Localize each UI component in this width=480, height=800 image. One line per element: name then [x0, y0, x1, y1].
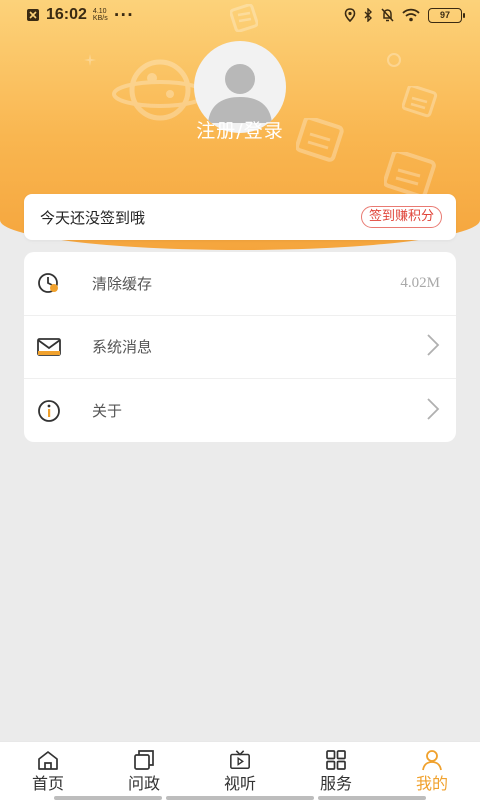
copy-icon: [133, 749, 155, 771]
newspaper-decoration-icon: [384, 152, 436, 198]
cache-size-value: 4.02M: [400, 274, 440, 291]
circle-decoration-icon: [387, 53, 401, 67]
location-icon: [344, 8, 356, 22]
chevron-right-icon: [426, 333, 440, 361]
network-speed-value: 4.10: [92, 8, 107, 15]
tab-services[interactable]: 服务: [288, 742, 384, 800]
sparkle-decoration-icon: [84, 54, 96, 66]
network-speed: 4.10 KB/s: [93, 8, 108, 22]
sim-icon: [27, 9, 39, 21]
menu-item-clear-cache[interactable]: 清除缓存 4.02M: [24, 252, 456, 316]
status-bar: 16:02 4.10 KB/s ··· 97: [0, 0, 480, 30]
checkin-card: 今天还没签到哦 签到赚积分: [24, 194, 456, 240]
tab-label: 视听: [223, 774, 256, 793]
tv-icon: [229, 749, 251, 771]
clock: 16:02: [46, 6, 87, 23]
home-icon: [37, 749, 59, 771]
tab-home[interactable]: 首页: [0, 742, 96, 800]
menu-item-label: 系统消息: [92, 338, 153, 357]
info-icon: [36, 398, 62, 424]
mail-icon: [36, 334, 62, 360]
wifi-icon: [402, 8, 420, 22]
chevron-right-icon: [426, 397, 440, 425]
nav-gesture-bar: [166, 796, 314, 800]
checkin-earn-points-button[interactable]: 签到赚积分: [360, 206, 442, 228]
menu-item-system-messages[interactable]: 系统消息: [24, 316, 456, 379]
login-register-link[interactable]: 注册/登录: [0, 116, 480, 143]
nav-gesture-bar: [54, 796, 162, 800]
more-notifications-icon: ···: [113, 6, 134, 24]
checkin-message: 今天还没签到哦: [40, 208, 146, 227]
bluetooth-icon: [364, 8, 372, 22]
tab-label: 服务: [319, 774, 352, 793]
tab-label: 问政: [127, 774, 160, 793]
tab-label: 首页: [31, 774, 64, 793]
nav-gesture-bar: [318, 796, 426, 800]
network-speed-unit: KB/s: [92, 15, 108, 22]
menu-item-label: 清除缓存: [92, 274, 153, 293]
tab-wenzheng[interactable]: 问政: [96, 742, 192, 800]
tab-label: 我的: [415, 774, 448, 793]
clear-cache-icon: [36, 270, 62, 296]
newspaper-decoration-icon: [402, 86, 438, 118]
tab-media[interactable]: 视听: [192, 742, 288, 800]
bottom-tab-bar: 首页 问政 视听 服务 我的: [0, 741, 480, 800]
settings-menu: 清除缓存 4.02M 系统消息 关于: [24, 252, 456, 442]
battery-indicator: 97: [428, 7, 465, 23]
mute-bell-icon: [381, 8, 394, 22]
user-icon: [421, 749, 443, 771]
grid-icon: [325, 749, 347, 771]
tab-mine[interactable]: 我的: [384, 742, 480, 800]
menu-item-about[interactable]: 关于: [24, 379, 456, 442]
menu-item-label: 关于: [92, 402, 123, 421]
